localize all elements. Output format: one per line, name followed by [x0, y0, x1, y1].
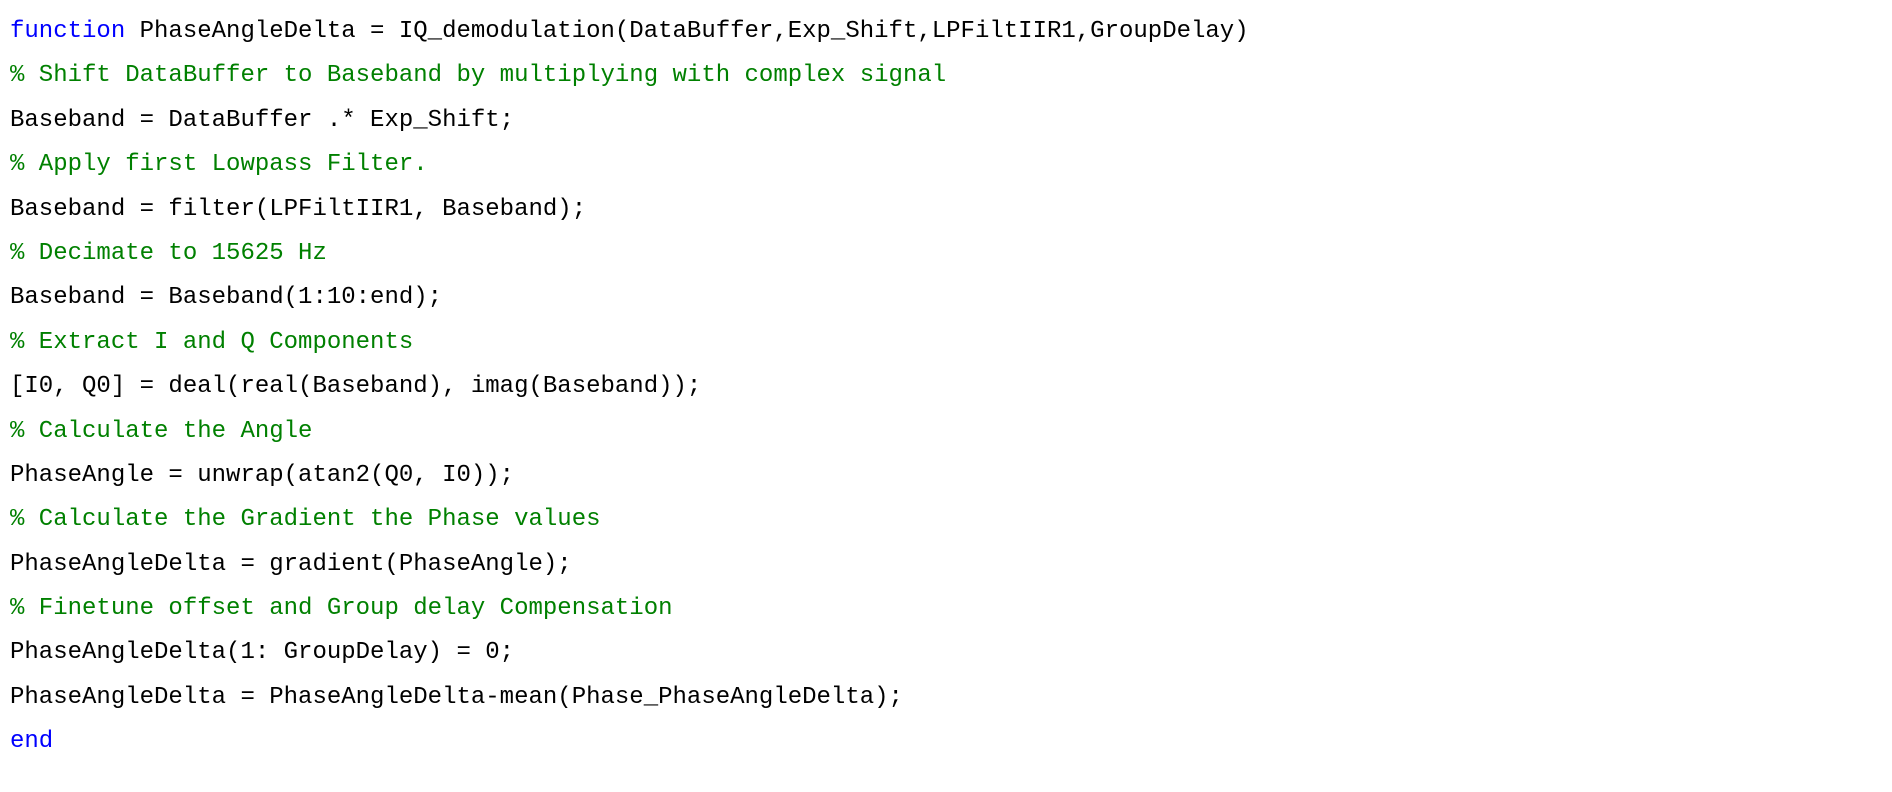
code-line: % Apply first Lowpass Filter.: [10, 143, 1882, 187]
code-segment-plain: PhaseAngleDelta = IQ_demodulation(DataBu…: [125, 18, 1248, 45]
code-line: Baseband = Baseband(1:10:end);: [10, 276, 1882, 320]
code-segment-keyword: function: [10, 18, 125, 45]
code-segment-comment: % Apply first Lowpass Filter.: [10, 151, 428, 178]
code-segment-comment: % Decimate to 15625 Hz: [10, 240, 327, 267]
code-line: PhaseAngle = unwrap(atan2(Q0, I0));: [10, 454, 1882, 498]
code-line: % Calculate the Gradient the Phase value…: [10, 498, 1882, 542]
code-segment-comment: % Shift DataBuffer to Baseband by multip…: [10, 62, 946, 89]
code-line: function PhaseAngleDelta = IQ_demodulati…: [10, 10, 1882, 54]
code-segment-plain: PhaseAngleDelta = PhaseAngleDelta-mean(P…: [10, 684, 903, 711]
code-line: % Decimate to 15625 Hz: [10, 232, 1882, 276]
code-segment-plain: PhaseAngleDelta(1: GroupDelay) = 0;: [10, 639, 514, 666]
code-line: PhaseAngleDelta(1: GroupDelay) = 0;: [10, 631, 1882, 675]
code-line: Baseband = filter(LPFiltIIR1, Baseband);: [10, 188, 1882, 232]
code-line: PhaseAngleDelta = PhaseAngleDelta-mean(P…: [10, 676, 1882, 720]
code-line: end: [10, 720, 1882, 764]
code-line: % Calculate the Angle: [10, 410, 1882, 454]
code-line: % Shift DataBuffer to Baseband by multip…: [10, 54, 1882, 98]
code-block: function PhaseAngleDelta = IQ_demodulati…: [10, 10, 1882, 765]
code-line: Baseband = DataBuffer .* Exp_Shift;: [10, 99, 1882, 143]
code-segment-plain: [I0, Q0] = deal(real(Baseband), imag(Bas…: [10, 373, 701, 400]
code-segment-plain: Baseband = Baseband(1:10:end);: [10, 284, 442, 311]
code-segment-plain: PhaseAngle = unwrap(atan2(Q0, I0));: [10, 462, 514, 489]
code-segment-keyword: end: [10, 728, 53, 755]
code-segment-comment: % Calculate the Gradient the Phase value…: [10, 506, 601, 533]
code-segment-plain: PhaseAngleDelta = gradient(PhaseAngle);: [10, 551, 572, 578]
code-segment-plain: Baseband = DataBuffer .* Exp_Shift;: [10, 107, 514, 134]
code-segment-comment: % Extract I and Q Components: [10, 329, 413, 356]
code-line: % Extract I and Q Components: [10, 321, 1882, 365]
code-line: PhaseAngleDelta = gradient(PhaseAngle);: [10, 543, 1882, 587]
code-segment-comment: % Calculate the Angle: [10, 418, 312, 445]
code-segment-plain: Baseband = filter(LPFiltIIR1, Baseband);: [10, 196, 586, 223]
code-segment-comment: % Finetune offset and Group delay Compen…: [10, 595, 673, 622]
code-line: [I0, Q0] = deal(real(Baseband), imag(Bas…: [10, 365, 1882, 409]
code-line: % Finetune offset and Group delay Compen…: [10, 587, 1882, 631]
